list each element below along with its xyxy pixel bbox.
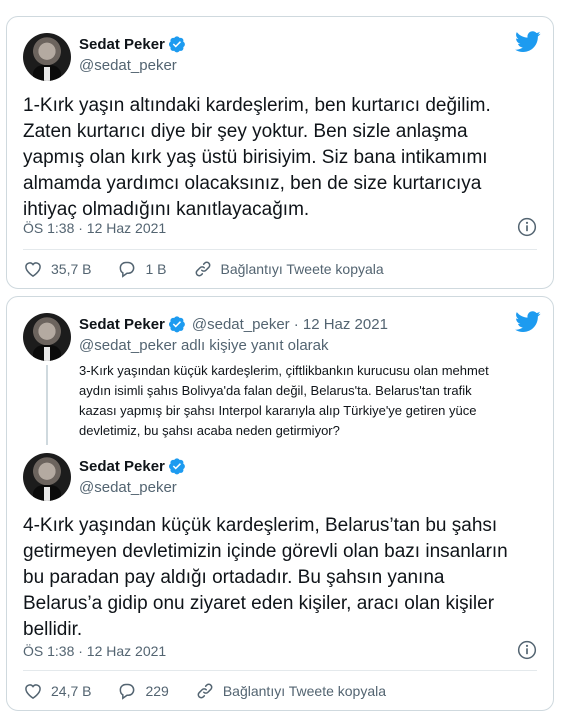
reply-count: 1 B — [145, 261, 167, 277]
parent-text-line: devletimiz, bu şahsı acaba neden getirmi… — [79, 423, 340, 438]
tweet-text-line: bu paradan pay aldığı ortadadır. Bu şahs… — [23, 567, 445, 588]
tweet-text-line: bellidir. — [23, 619, 83, 640]
copy-link-label: Bağlantıyı Tweete kopyala — [220, 261, 384, 277]
parent-text-line: 3-Kırk yaşından küçük kardeşlerim, çiftl… — [79, 363, 489, 378]
tweet-text-line: 1-Kırk yaşın altındaki kardeşlerim, ben … — [23, 95, 491, 116]
link-icon — [195, 261, 210, 277]
heart-icon — [25, 684, 41, 699]
twitter-bird-icon[interactable] — [515, 311, 541, 333]
tweet-text-line: almamda yardımcı olacaksınız, ben de siz… — [23, 173, 482, 194]
author-name[interactable]: Sedat Peker — [79, 36, 165, 53]
parent-author-row: Sedat Peker @sedat_peker · 12 Haz 2021 — [79, 315, 388, 333]
avatar[interactable] — [23, 453, 71, 501]
parent-text-line: kazası yapmış bir şahsı Interpol kararıy… — [79, 403, 477, 418]
twitter-bird-icon[interactable] — [515, 31, 541, 53]
verified-badge-icon — [168, 36, 185, 53]
copy-link-label: Bağlantıyı Tweete kopyala — [222, 683, 387, 699]
author-handle[interactable]: @sedat_peker — [79, 57, 177, 74]
parent-tweet-text: 3-Kırk yaşından küçük kardeşlerim, çiftl… — [79, 361, 489, 441]
info-icon[interactable] — [517, 640, 537, 660]
tweet-text-line: Zaten kurtarıcı diye bir şey yoktur. Ben… — [23, 121, 468, 142]
divider — [23, 670, 537, 671]
like-button[interactable]: 35,7 B — [23, 259, 91, 279]
reply-icon — [120, 683, 135, 700]
action-bar: 24,7 B 229 Bağlantıyı Tweete kopyala — [23, 681, 412, 701]
author-row: Sedat Peker — [79, 457, 186, 475]
tweet-text-line: yapmış olan kırk yaş üstü birisiyim. Siz… — [23, 147, 488, 168]
reply-to-label[interactable]: @sedat_peker adlı kişiye yanıt olarak — [79, 337, 329, 354]
reply-count: 229 — [145, 683, 169, 699]
avatar[interactable] — [23, 313, 71, 361]
copy-link-button[interactable]: Bağlantıyı Tweete kopyala — [193, 259, 384, 279]
author-handle[interactable]: @sedat_peker — [79, 479, 177, 496]
heart-icon — [25, 262, 41, 277]
action-bar: 35,7 B 1 B Bağlantıyı Tweete kopyala — [23, 259, 410, 279]
author-handle[interactable]: @sedat_peker — [192, 316, 290, 333]
verified-badge-icon — [168, 316, 185, 333]
thread-line — [46, 365, 48, 445]
info-icon[interactable] — [517, 217, 537, 237]
tweet-card-2[interactable]: Sedat Peker @sedat_peker · 12 Haz 2021 @… — [6, 296, 554, 711]
parent-text-line: aydın isimli şahıs Bolivya'da falan deği… — [79, 383, 472, 398]
tweet-text-line: getirmeyen devletimizin içinde görevli o… — [23, 541, 508, 562]
tweet-text: 4-Kırk yaşından küçük kardeşlerim, Belar… — [23, 513, 508, 643]
tweet-timestamp[interactable]: ÖS 1:38 · 12 Haz 2021 — [23, 220, 166, 236]
author-name[interactable]: Sedat Peker — [79, 458, 165, 475]
like-count: 24,7 B — [51, 683, 92, 699]
tweet-text-line: Belarus’a gidip onu ziyaret eden kişiler… — [23, 593, 495, 614]
tweet-text-line: 4-Kırk yaşından küçük kardeşlerim, Belar… — [23, 515, 498, 536]
copy-link-button[interactable]: Bağlantıyı Tweete kopyala — [195, 681, 386, 701]
like-button[interactable]: 24,7 B — [23, 681, 91, 701]
tweet-card-1[interactable]: Sedat Peker @sedat_peker 1-Kırk yaşın al… — [6, 16, 554, 289]
divider — [23, 249, 537, 250]
tweet-timestamp[interactable]: ÖS 1:38 · 12 Haz 2021 — [23, 643, 166, 659]
author-row: Sedat Peker — [79, 35, 186, 53]
parent-date[interactable]: · 12 Haz 2021 — [294, 316, 388, 333]
like-count: 35,7 B — [51, 261, 92, 277]
reply-button[interactable]: 1 B — [117, 259, 167, 279]
link-icon — [197, 683, 213, 699]
reply-button[interactable]: 229 — [117, 681, 169, 701]
avatar[interactable] — [23, 33, 71, 81]
reply-icon — [120, 261, 135, 278]
verified-badge-icon — [168, 458, 185, 475]
author-name[interactable]: Sedat Peker — [79, 316, 165, 333]
tweet-text: 1-Kırk yaşın altındaki kardeşlerim, ben … — [23, 93, 491, 223]
